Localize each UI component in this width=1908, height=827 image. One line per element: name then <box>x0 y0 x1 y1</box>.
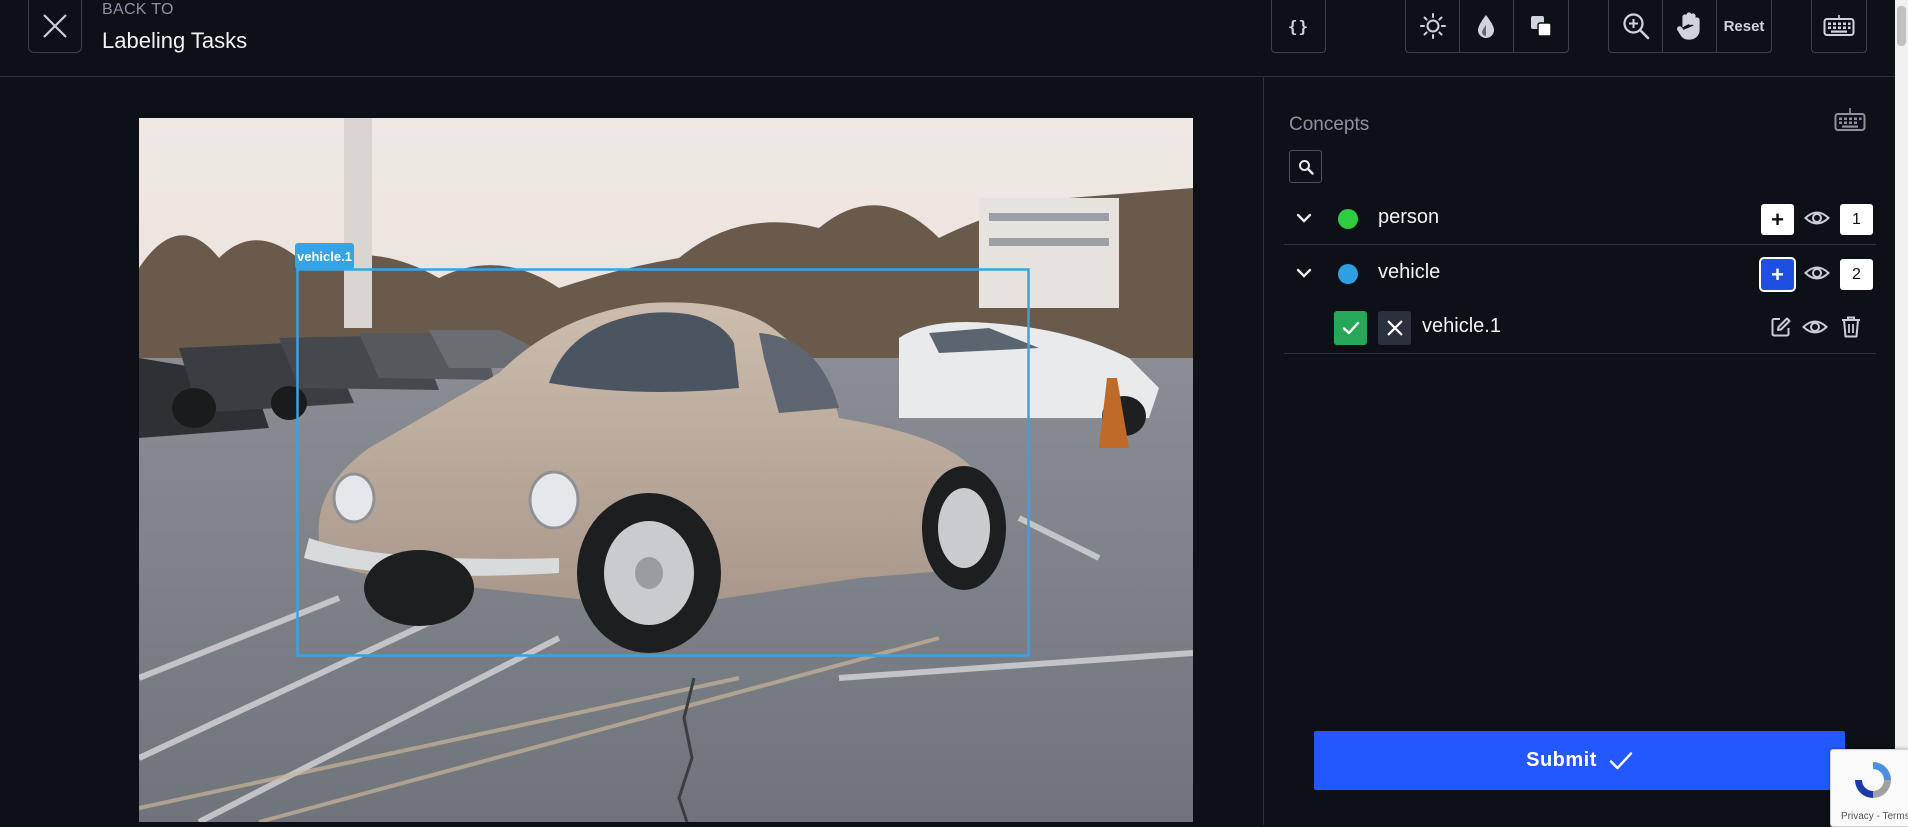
keyboard-icon[interactable] <box>1834 107 1866 138</box>
concept-label: vehicle <box>1378 261 1441 283</box>
plus-icon: + <box>1771 206 1784 232</box>
concepts-panel: Concepts person + 1 vehicle + 2 vehicle.… <box>1264 77 1895 825</box>
row-divider <box>1284 353 1876 354</box>
recaptcha-badge[interactable]: Privacy - Terms <box>1830 749 1908 827</box>
concept-row-person[interactable]: person + 1 <box>1284 191 1876 245</box>
submit-label: Submit <box>1526 749 1597 771</box>
concept-count-badge: 1 <box>1840 204 1873 235</box>
check-icon <box>1609 751 1633 769</box>
approve-button[interactable] <box>1334 311 1367 345</box>
scrollbar-thumb[interactable] <box>1897 6 1906 46</box>
hand-icon <box>1677 12 1700 40</box>
plus-icon: + <box>1771 261 1784 287</box>
keyboard-icon <box>1823 15 1855 36</box>
concept-row-vehicle[interactable]: vehicle + 2 <box>1284 246 1876 300</box>
top-toolbar: BACK TO Labeling Tasks {} Reset <box>0 0 1895 77</box>
chevron-down-icon[interactable] <box>1294 208 1314 228</box>
concept-color-dot <box>1338 209 1358 229</box>
chevron-down-icon[interactable] <box>1294 263 1314 283</box>
back-to-label: BACK TO <box>102 1 174 18</box>
contrast-squares-icon <box>1531 16 1552 37</box>
annotation-label-text: vehicle.1 <box>297 248 352 264</box>
close-icon <box>1386 320 1403 336</box>
page-scrollbar[interactable] <box>1895 0 1908 825</box>
brightness-button[interactable] <box>1405 0 1460 53</box>
saturation-button[interactable] <box>1459 0 1514 53</box>
add-annotation-button[interactable]: + <box>1761 259 1794 290</box>
close-button[interactable] <box>28 0 82 53</box>
eye-icon[interactable] <box>1804 207 1830 229</box>
check-icon <box>1342 321 1359 335</box>
close-icon <box>43 14 67 38</box>
pan-button[interactable] <box>1662 0 1717 53</box>
row-divider <box>1284 244 1876 245</box>
reset-label: Reset <box>1723 17 1765 35</box>
instance-row-vehicle-1[interactable]: vehicle.1 <box>1284 300 1876 354</box>
eye-icon[interactable] <box>1802 316 1828 338</box>
json-view-button[interactable]: {} <box>1271 0 1326 53</box>
search-icon <box>1298 159 1314 175</box>
concept-count-badge: 2 <box>1840 259 1873 290</box>
keyboard-shortcuts-button[interactable] <box>1811 0 1867 53</box>
code-braces-icon: {} <box>1287 16 1310 36</box>
back-to-link[interactable]: Labeling Tasks <box>102 28 247 54</box>
contrast-button[interactable] <box>1514 0 1569 53</box>
droplet-icon <box>1478 15 1494 38</box>
recaptcha-text[interactable]: Privacy - Terms <box>1841 811 1908 822</box>
reset-button[interactable]: Reset <box>1717 0 1772 53</box>
reject-button[interactable] <box>1378 311 1411 345</box>
recaptcha-logo-icon <box>1855 762 1891 798</box>
zoom-button[interactable] <box>1608 0 1663 53</box>
eye-icon[interactable] <box>1804 262 1830 284</box>
zoom-in-icon <box>1622 13 1649 40</box>
edit-icon[interactable] <box>1770 316 1792 338</box>
concept-search-button[interactable] <box>1289 150 1322 183</box>
submit-button[interactable]: Submit <box>1314 731 1845 790</box>
concept-color-dot <box>1338 264 1358 284</box>
sun-icon <box>1419 13 1446 39</box>
trash-icon[interactable] <box>1840 315 1862 339</box>
concepts-title: Concepts <box>1289 114 1370 135</box>
add-annotation-button[interactable]: + <box>1761 204 1794 235</box>
parking-lot-photo <box>139 118 1193 822</box>
labeled-image[interactable]: vehicle.1 <box>139 118 1193 822</box>
concept-label: person <box>1378 206 1440 228</box>
instance-label: vehicle.1 <box>1422 315 1501 337</box>
